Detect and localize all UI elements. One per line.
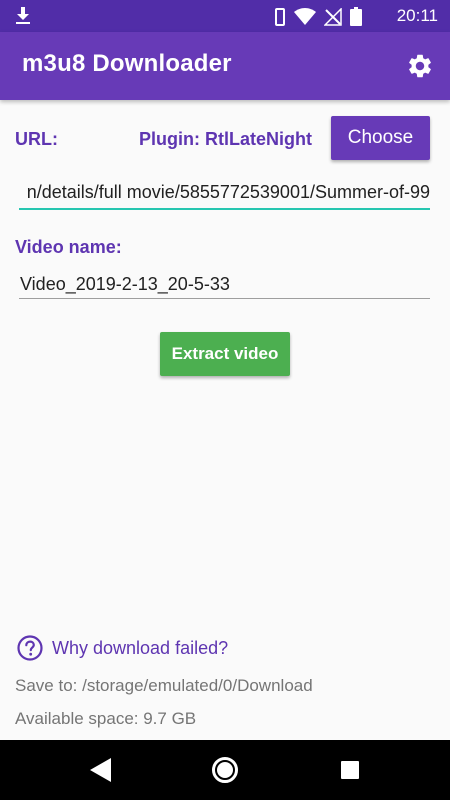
app-screen: 20:11 m3u8 Downloader URL: Plugin: RtlLa…	[0, 0, 450, 800]
url-input[interactable]: n/details/full movie/5855772539001/Summe…	[19, 180, 430, 210]
help-link[interactable]: Why download failed?	[17, 634, 228, 662]
vibrate-icon	[275, 7, 285, 26]
help-link-text: Why download failed?	[52, 637, 229, 658]
navigation-bar	[0, 740, 450, 800]
download-icon	[16, 7, 30, 24]
app-bar: m3u8 Downloader	[0, 32, 450, 100]
url-input-value: n/details/full movie/5855772539001/Summe…	[26, 182, 430, 202]
system-icons	[274, 7, 362, 26]
video-name-input[interactable]: Video_2019-2-13_20-5-33	[19, 272, 430, 299]
status-bar: 20:11	[0, 0, 450, 32]
video-name-label: Video name:	[15, 237, 122, 257]
back-icon[interactable]	[86, 755, 116, 785]
recents-icon[interactable]	[335, 755, 365, 785]
available-space-text: Available space: 9.7 GB	[15, 709, 197, 728]
plugin-label: Plugin: RtlLateNight	[139, 129, 312, 149]
choose-plugin-button[interactable]: Choose	[331, 116, 430, 160]
no-signal-icon	[324, 7, 342, 26]
url-label: URL:	[15, 129, 58, 149]
app-title: m3u8 Downloader	[22, 50, 232, 77]
wifi-icon	[294, 7, 316, 25]
extract-video-button[interactable]: Extract video	[160, 332, 290, 376]
question-circle-icon	[17, 635, 43, 661]
save-path-text: Save to: /storage/emulated/0/Download	[15, 676, 313, 695]
battery-icon	[350, 7, 362, 26]
home-icon[interactable]	[210, 755, 240, 785]
video-name-value: Video_2019-2-13_20-5-33	[20, 274, 230, 294]
clock: 20:11	[396, 6, 438, 25]
gear-icon[interactable]	[406, 52, 434, 80]
